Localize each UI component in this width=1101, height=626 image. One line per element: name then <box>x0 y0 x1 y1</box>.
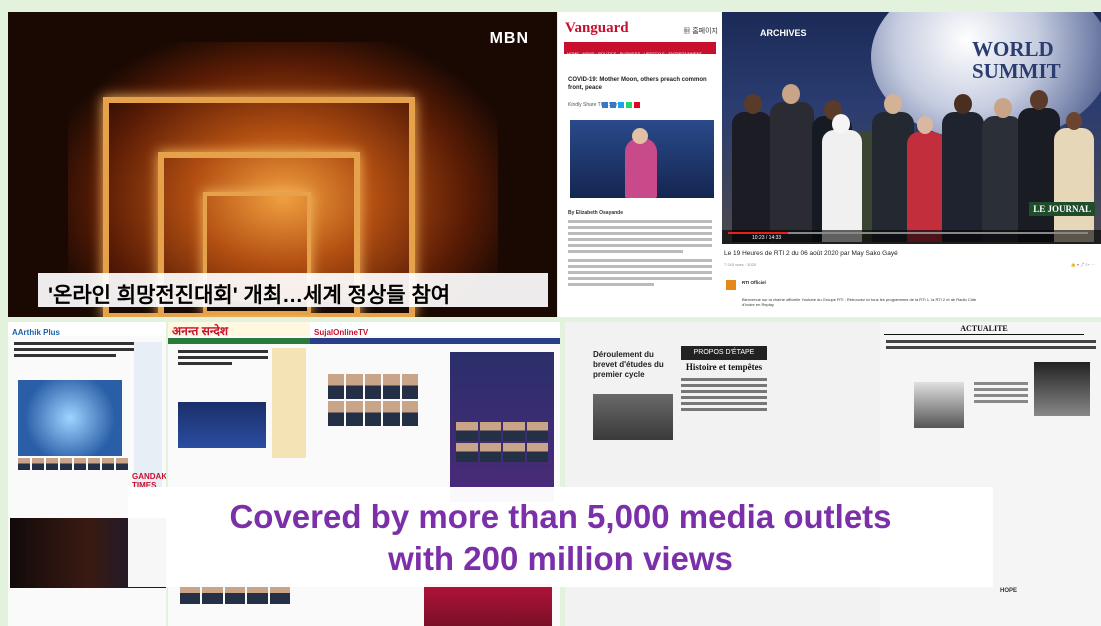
coverage-caption: Covered by more than 5,000 media outlets… <box>128 487 993 587</box>
news-lower-third: '온라인 희망전진대회' 개최…세계 정상들 참여 <box>38 273 548 307</box>
le-journal-label: LE JOURNAL <box>1029 202 1095 216</box>
article-photo <box>18 380 122 456</box>
hope-label: HOPE <box>1000 588 1018 594</box>
leader-faces <box>18 458 128 470</box>
sujal-online-logo: SujalOnlineTV <box>314 328 369 337</box>
aarthik-plus-logo: AArthik Plus <box>12 328 61 337</box>
poster-faces <box>456 422 548 462</box>
caption-line-2: with 200 million views <box>388 540 733 577</box>
archives-badge: ARCHIVES <box>760 28 807 38</box>
channel-name[interactable]: RTI Officiel <box>742 280 766 285</box>
propos-text <box>681 378 767 414</box>
article-body <box>568 220 712 289</box>
world-summit-video-screenshot: WORLD SUMMIT ARCHIVES LE JOURNAL 10:23 /… <box>722 12 1101 317</box>
group-photo <box>722 72 1101 242</box>
sidebar-ads <box>272 348 306 458</box>
video-stats: 👍 ▾ ⤴ ≡+ ··· <box>1070 262 1095 267</box>
video-time: 10:23 / 14:33 <box>752 235 782 241</box>
channel-avatar[interactable] <box>726 280 736 290</box>
headline-text <box>886 340 1096 352</box>
vanguard-article-screenshot: Vanguard ▦ 홈페이지 HOME · NEWS · POLITICS ·… <box>558 12 722 317</box>
side-logo: ▦ 홈페이지 <box>683 28 718 35</box>
video-controls[interactable]: 10:23 / 14:33 <box>722 230 1101 244</box>
portrait-photo <box>914 382 964 428</box>
propos-title: Histoire et tempêtes <box>685 362 763 372</box>
article-photo <box>570 120 714 198</box>
anant-sandesh-logo: अनन्त सन्देश <box>172 324 229 338</box>
article-text <box>178 350 268 368</box>
video-description: Bienvenue sur la chaîne officielle Youtu… <box>742 297 977 307</box>
lower-third-text: '온라인 희망전진대회' 개최…세계 정상들 참여 <box>48 284 451 307</box>
article-photo <box>178 402 266 448</box>
progress-fill <box>728 232 788 234</box>
nav-bar <box>168 338 310 344</box>
leader-faces <box>180 584 290 604</box>
video-meta: 7 243 vues · 2020 <box>724 262 757 267</box>
article-byline: By Elizabeth Osayande <box>568 210 624 216</box>
speaker-face <box>632 128 648 144</box>
bottom-photo <box>424 584 552 626</box>
share-icons <box>602 102 640 108</box>
mbn-logo: MBN <box>489 30 529 47</box>
video-title: Le 19 Heures de RTI 2 du 06 août 2020 pa… <box>724 250 898 257</box>
nav-bar: HOME · NEWS · POLITICS · BUSINESS · LIFE… <box>564 42 716 56</box>
left-article-title: Déroulement du brevet d'études du premie… <box>593 350 664 379</box>
nav-bar <box>310 338 560 344</box>
article-headline: COVID-19: Mother Moon, others preach com… <box>568 77 707 91</box>
caption-line-1: Covered by more than 5,000 media outlets <box>229 498 892 535</box>
leader-faces-grid <box>328 374 418 426</box>
mbn-broadcast-screenshot: MBN '온라인 희망전진대회' 개최…세계 정상들 참여 <box>8 12 557 317</box>
propos-header: PROPOS D'ÉTAPE <box>681 346 767 360</box>
classroom-photo <box>593 394 673 440</box>
article-columns <box>974 382 1028 406</box>
video-frame: WORLD SUMMIT ARCHIVES LE JOURNAL 10:23 /… <box>722 12 1101 244</box>
stage-photo <box>1034 362 1090 416</box>
speaker-figure <box>625 138 657 198</box>
actualite-header: ACTUALITE <box>884 324 1084 335</box>
vanguard-logo: Vanguard <box>565 20 629 36</box>
